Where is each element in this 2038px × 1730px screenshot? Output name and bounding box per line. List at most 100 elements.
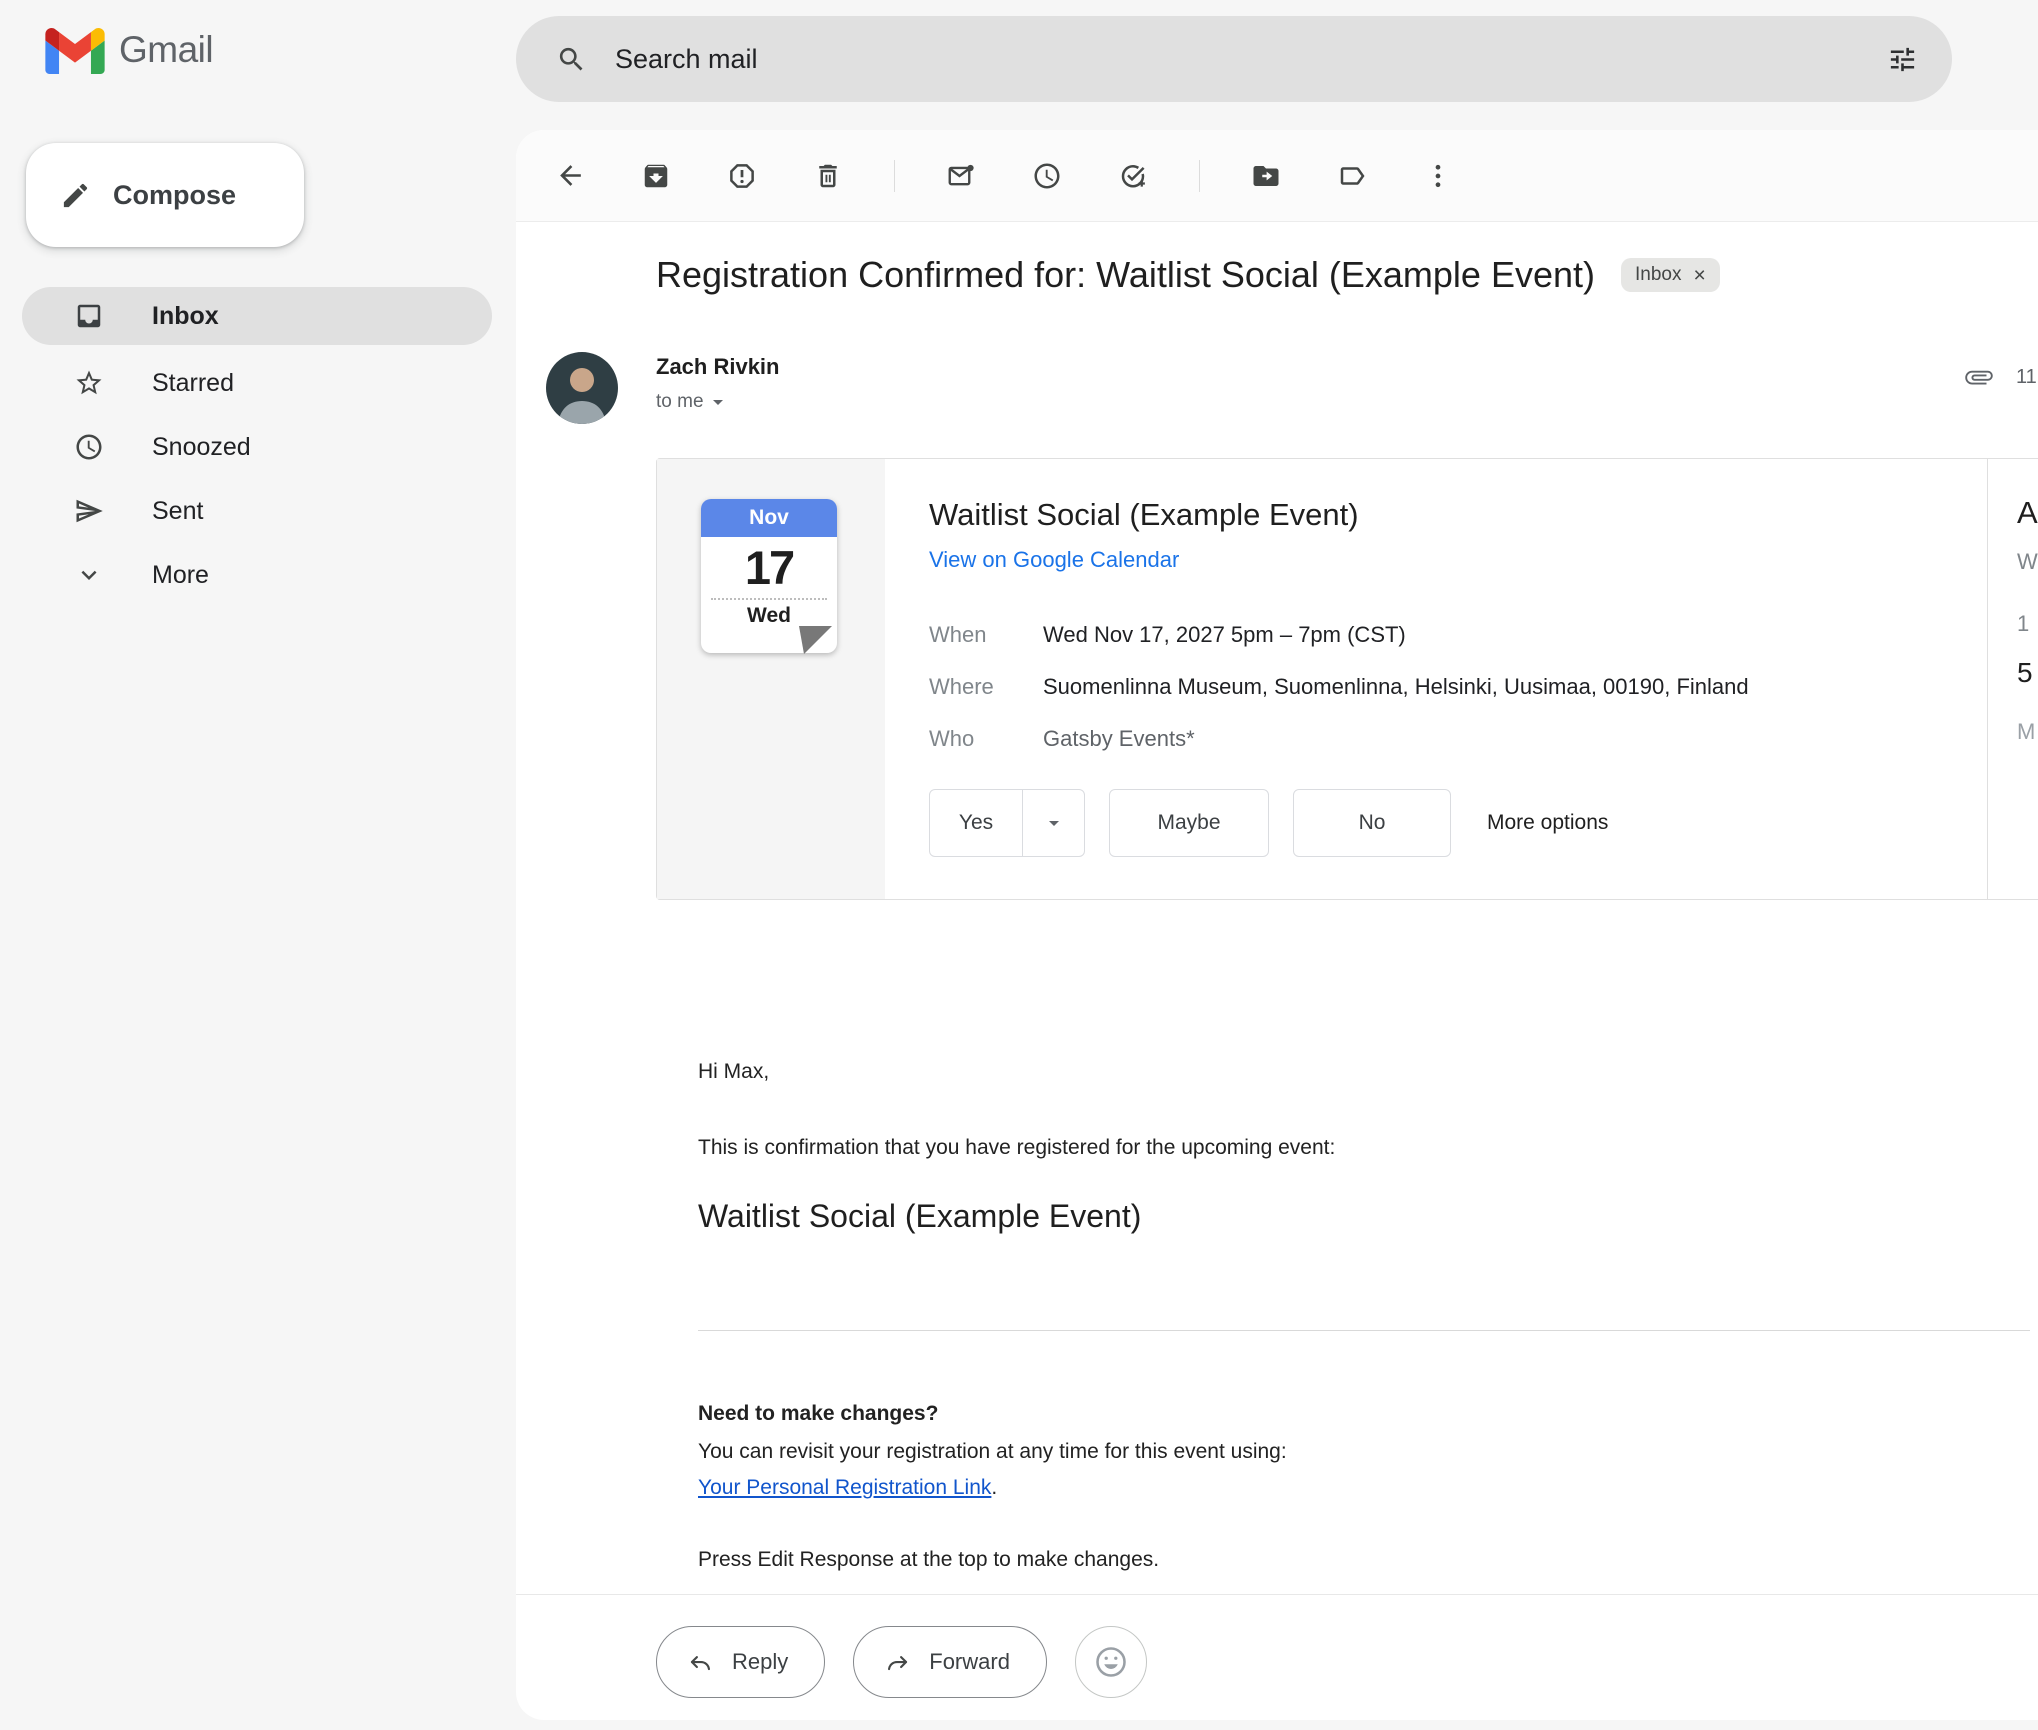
mark-unread-icon[interactable] <box>937 152 985 200</box>
emoji-reaction-button[interactable] <box>1075 1626 1147 1698</box>
event-details: WhenWed Nov 17, 2027 5pm – 7pm (CST) Whe… <box>929 609 1749 765</box>
event-title: Waitlist Social (Example Event) <box>929 497 1359 533</box>
move-to-icon[interactable] <box>1242 152 1290 200</box>
rsvp-maybe-button[interactable]: Maybe <box>1109 789 1269 857</box>
compose-label: Compose <box>113 180 236 211</box>
event-when-row: WhenWed Nov 17, 2027 5pm – 7pm (CST) <box>929 609 1749 661</box>
gmail-m-icon <box>45 26 105 74</box>
sidebar-item-more[interactable]: More <box>22 543 492 607</box>
body-greeting: Hi Max, <box>698 1060 769 1084</box>
search-options-icon[interactable] <box>1887 44 1918 75</box>
rsvp-more-options[interactable]: More options <box>1487 811 1608 835</box>
rsvp-yes-button[interactable]: Yes <box>930 790 1022 856</box>
sidebar-nav: Inbox Starred Snoozed Sent More <box>22 287 492 607</box>
sidebar-item-snoozed[interactable]: Snoozed <box>22 415 492 479</box>
compose-button[interactable]: Compose <box>26 143 304 247</box>
close-icon[interactable]: × <box>1693 265 1705 286</box>
forward-button[interactable]: Forward <box>853 1626 1047 1698</box>
page-fold-decoration <box>799 625 833 655</box>
email-meta: 11 <box>1964 362 2037 392</box>
forward-icon <box>884 1649 911 1676</box>
chevron-down-icon <box>74 560 104 590</box>
sidebar-item-starred[interactable]: Starred <box>22 351 492 415</box>
personal-registration-link[interactable]: Your Personal Registration Link <box>698 1476 991 1499</box>
view-on-google-calendar-link[interactable]: View on Google Calendar <box>929 547 1179 573</box>
label-icon[interactable] <box>1328 152 1376 200</box>
sidebar-item-inbox[interactable]: Inbox <box>22 287 492 345</box>
rsvp-yes-dropdown[interactable] <box>1022 790 1084 856</box>
sidebar-item-label: More <box>152 561 209 590</box>
forward-label: Forward <box>929 1649 1010 1675</box>
gmail-app: Gmail Search mail Compose Inbox Starred … <box>0 0 2038 1730</box>
send-icon <box>74 496 104 526</box>
more-vert-icon[interactable] <box>1414 152 1462 200</box>
emoji-icon <box>1093 1644 1129 1680</box>
reply-label: Reply <box>732 1649 788 1675</box>
who-value: Gatsby Events* <box>1043 726 1195 751</box>
link-suffix: . <box>991 1476 997 1499</box>
clock-icon <box>74 432 104 462</box>
search-input[interactable]: Search mail <box>615 44 1887 75</box>
gmail-logo[interactable]: Gmail <box>45 26 213 74</box>
event-date-panel: Nov 17 Wed <box>657 459 885 899</box>
archive-icon[interactable] <box>632 152 680 200</box>
reply-button[interactable]: Reply <box>656 1626 825 1698</box>
date-chip-weekday: Wed <box>701 600 837 628</box>
search-bar[interactable]: Search mail <box>516 16 1952 102</box>
agenda-divider <box>1987 459 1988 899</box>
sidebar-item-label: Starred <box>152 369 234 398</box>
star-icon <box>74 368 104 398</box>
timestamp-truncated: 11 <box>2016 366 2037 389</box>
attachment-icon <box>1964 362 1994 392</box>
reply-icon <box>687 1649 714 1676</box>
agenda-text: W <box>2017 549 2038 575</box>
report-spam-icon[interactable] <box>718 152 766 200</box>
actions-divider <box>516 1594 2038 1595</box>
changes-line: You can revisit your registration at any… <box>698 1440 1287 1464</box>
sender-avatar <box>546 352 618 424</box>
body-line: This is confirmation that you have regis… <box>698 1136 1335 1160</box>
snooze-icon[interactable] <box>1023 152 1071 200</box>
subject-row: Registration Confirmed for: Waitlist Soc… <box>656 246 2018 304</box>
date-chip-month: Nov <box>701 499 837 537</box>
who-label: Who <box>929 713 1043 765</box>
body-divider <box>698 1330 2030 1331</box>
inbox-label-chip[interactable]: Inbox × <box>1621 258 1720 292</box>
changes-heading: Need to make changes? <box>698 1402 938 1426</box>
recipient-dropdown[interactable]: to me <box>656 390 730 414</box>
when-label: When <box>929 609 1043 661</box>
dropdown-arrow-icon <box>706 390 730 414</box>
message-actions: Reply Forward <box>656 1626 1147 1698</box>
date-chip-day: 17 <box>701 537 837 595</box>
date-chip: Nov 17 Wed <box>701 499 837 653</box>
inbox-chip-label: Inbox <box>1635 264 1681 286</box>
where-label: Where <box>929 661 1043 713</box>
rsvp-yes-group: Yes <box>929 789 1085 857</box>
registration-link-line: Your Personal Registration Link. <box>698 1476 997 1500</box>
rsvp-no-button[interactable]: No <box>1293 789 1451 857</box>
gmail-wordmark: Gmail <box>119 29 213 71</box>
rsvp-buttons: Yes Maybe No More options <box>929 789 1608 857</box>
recipient-label: to me <box>656 391 704 413</box>
add-to-tasks-icon[interactable] <box>1109 152 1157 200</box>
inbox-icon <box>74 301 104 331</box>
event-who-row: WhoGatsby Events* <box>929 713 1749 765</box>
sender-name: Zach Rivkin <box>656 354 779 380</box>
search-icon[interactable] <box>556 44 587 75</box>
sidebar-item-label: Snoozed <box>152 433 251 462</box>
when-value: Wed Nov 17, 2027 5pm – 7pm (CST) <box>1043 622 1406 647</box>
calendar-event-card: Nov 17 Wed Waitlist Social (Example Even… <box>656 458 2038 900</box>
agenda-panel-truncated: A W 1 5 M <box>2017 459 2038 899</box>
body-footer-line: Press Edit Response at the top to make c… <box>698 1548 1159 1572</box>
mail-pane: Registration Confirmed for: Waitlist Soc… <box>516 130 2038 1720</box>
back-icon[interactable] <box>546 152 594 200</box>
where-value: Suomenlinna Museum, Suomenlinna, Helsink… <box>1043 674 1749 699</box>
sidebar-item-label: Sent <box>152 497 203 526</box>
toolbar-divider <box>1199 160 1200 192</box>
agenda-text: M <box>2017 719 2035 745</box>
delete-icon[interactable] <box>804 152 852 200</box>
agenda-text: 1 <box>2017 611 2029 637</box>
email-subject: Registration Confirmed for: Waitlist Soc… <box>656 254 1595 296</box>
body-event-title: Waitlist Social (Example Event) <box>698 1198 1141 1235</box>
sidebar-item-sent[interactable]: Sent <box>22 479 492 543</box>
